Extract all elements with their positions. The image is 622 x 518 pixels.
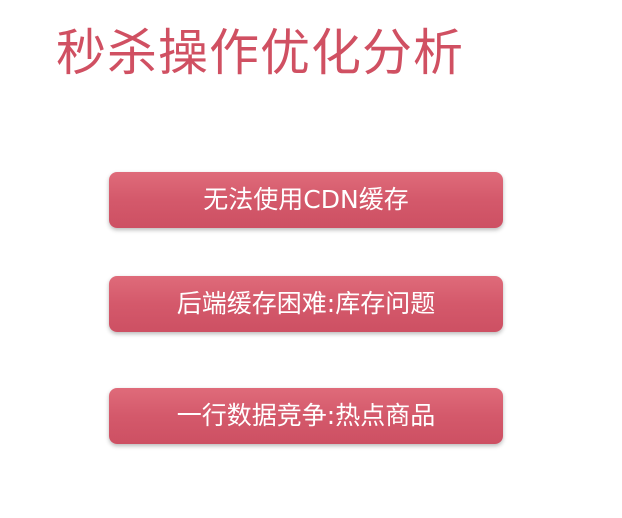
point-box-backend-cache: 后端缓存困难:库存问题 bbox=[109, 276, 503, 332]
point-box-row-contention: 一行数据竞争:热点商品 bbox=[109, 388, 503, 444]
point-box-cdn-cache: 无法使用CDN缓存 bbox=[109, 172, 503, 228]
slide-title: 秒杀操作优化分析 bbox=[56, 24, 464, 82]
